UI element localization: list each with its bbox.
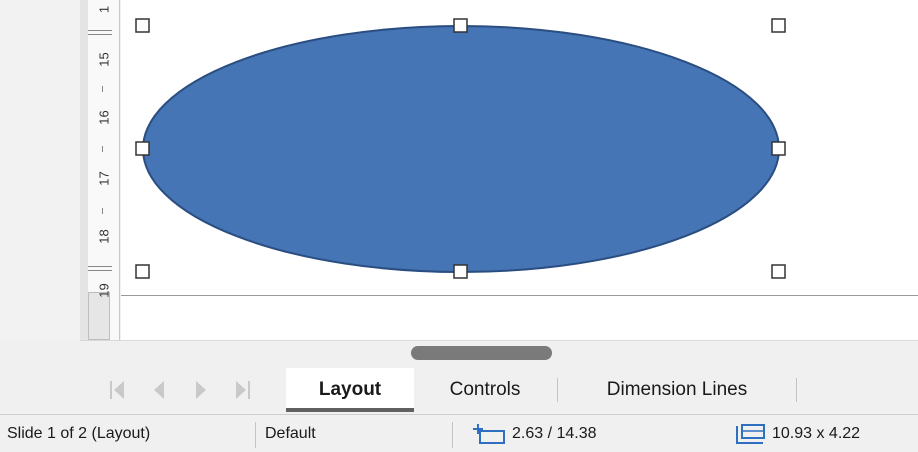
status-divider [255,422,256,448]
tab-layout[interactable]: Layout [286,368,414,412]
selection-handle-middle-right[interactable] [771,141,786,156]
ellipse-shape-layer[interactable] [121,0,918,295]
selection-handle-bottom-right[interactable] [771,264,786,279]
left-panel [0,0,80,340]
ruler-number: 17 [96,171,112,186]
last-tab-button[interactable] [230,376,256,404]
status-divider [452,422,453,448]
selection-handle-bottom-center[interactable] [453,264,468,279]
ruler-number: 1 [96,5,112,14]
cursor-position: 2.63 / 14.38 [512,425,597,442]
selection-handle-top-center[interactable] [453,18,468,33]
previous-tab-button[interactable] [146,376,172,404]
scrollbar-thumb[interactable] [411,346,552,360]
ruler-number: 18 [96,229,112,244]
tab-dimension-lines[interactable]: Dimension Lines [572,368,782,412]
tab-divider [557,378,558,402]
ruler-number: 19 [96,283,112,298]
previous-icon [154,381,164,399]
next-icon [196,381,206,399]
ruler-number: 15 [96,52,112,67]
position-icon [473,424,505,444]
next-tab-button[interactable] [188,376,214,404]
selection-handle-bottom-left[interactable] [135,264,150,279]
selection-handle-top-right[interactable] [771,18,786,33]
size-icon [736,424,765,444]
tab-controls[interactable]: Controls [425,368,545,412]
vertical-ruler[interactable]: 1 15 16 17 18 19 [80,0,120,340]
ellipse-shape[interactable] [142,25,780,273]
last-icon [236,381,250,399]
master-slide-name[interactable]: Default [265,425,316,443]
ruler-tick [102,146,103,152]
ruler-margin-marker[interactable] [88,30,112,35]
ruler-number: 16 [96,110,112,125]
tab-divider [796,378,797,402]
page-boundary-line [121,295,918,296]
slide-info: Slide 1 of 2 (Layout) [7,425,151,442]
ruler-margin-marker[interactable] [88,266,112,271]
selection-handle-top-left[interactable] [135,18,150,33]
ruler-tick [102,86,103,92]
first-tab-button[interactable] [104,376,130,404]
selection-handle-middle-left[interactable] [135,141,150,156]
object-size: 10.93 x 4.22 [772,425,861,442]
ruler-tick [102,208,103,214]
first-icon [110,381,124,399]
